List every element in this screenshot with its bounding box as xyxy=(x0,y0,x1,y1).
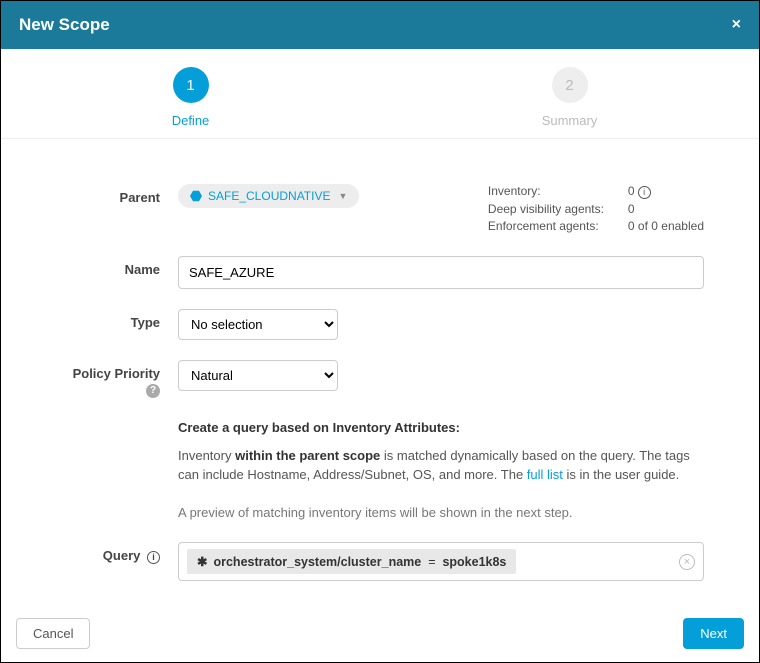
modal-header: New Scope × xyxy=(1,1,759,49)
stat-deep-label: Deep visibility agents: xyxy=(488,202,623,216)
parent-value: SAFE_CLOUDNATIVE xyxy=(208,189,330,203)
row-policy-priority: Policy Priority? Natural xyxy=(56,360,704,398)
help-icon[interactable]: ? xyxy=(146,384,160,398)
form-body: Parent SAFE_CLOUDNATIVE ▼ Inventory: 0i … xyxy=(1,139,759,621)
desc-end: is in the user guide. xyxy=(563,467,679,482)
clear-icon[interactable]: × xyxy=(679,554,695,570)
preview-note: A preview of matching inventory items wi… xyxy=(178,503,704,523)
row-name: Name xyxy=(56,256,704,289)
stat-enforcement-label: Enforcement agents: xyxy=(488,219,623,233)
query-value: spoke1k8s xyxy=(442,555,506,569)
stat-inventory-value: 0 xyxy=(628,184,635,198)
chevron-down-icon: ▼ xyxy=(338,191,347,201)
query-chip[interactable]: ✱ orchestrator_system/cluster_name = spo… xyxy=(187,549,516,574)
full-list-link[interactable]: full list xyxy=(527,467,563,482)
step-circle-2: 2 xyxy=(552,67,588,103)
parent-selector[interactable]: SAFE_CLOUDNATIVE ▼ xyxy=(178,184,359,208)
modal-footer: Cancel Next xyxy=(0,604,760,663)
query-field: orchestrator_system/cluster_name xyxy=(213,555,421,569)
row-type: Type No selection xyxy=(56,309,704,340)
stat-enforcement-value: 0 of 0 enabled xyxy=(628,219,704,233)
step-label-summary: Summary xyxy=(380,113,759,128)
type-select[interactable]: No selection xyxy=(178,309,338,340)
row-query: Query i ✱ orchestrator_system/cluster_na… xyxy=(56,542,704,581)
info-icon[interactable]: i xyxy=(147,551,160,564)
label-parent: Parent xyxy=(56,184,178,205)
stepper: 1 Define 2 Summary xyxy=(1,49,759,139)
desc-strong: within the parent scope xyxy=(235,448,380,463)
label-type: Type xyxy=(56,309,178,330)
step-circle-1: 1 xyxy=(173,67,209,103)
name-input[interactable] xyxy=(178,256,704,289)
modal-title: New Scope xyxy=(19,15,110,35)
cancel-button[interactable]: Cancel xyxy=(16,618,90,649)
row-parent: Parent SAFE_CLOUDNATIVE ▼ Inventory: 0i … xyxy=(56,184,704,236)
query-input[interactable]: ✱ orchestrator_system/cluster_name = spo… xyxy=(178,542,704,581)
next-button[interactable]: Next xyxy=(683,618,744,649)
query-heading: Create a query based on Inventory Attrib… xyxy=(178,420,460,435)
parent-stats: Inventory: 0i Deep visibility agents: 0 … xyxy=(488,184,704,236)
hexagon-icon xyxy=(190,190,202,202)
close-icon[interactable]: × xyxy=(732,16,741,34)
policy-priority-select[interactable]: Natural xyxy=(178,360,338,391)
label-query: Query i xyxy=(56,542,178,564)
info-icon[interactable]: i xyxy=(638,186,651,199)
step-define[interactable]: 1 Define xyxy=(1,67,380,128)
desc-pre: Inventory xyxy=(178,448,235,463)
stat-deep-value: 0 xyxy=(628,202,635,216)
asterisk-icon: ✱ xyxy=(197,554,207,569)
stat-inventory-label: Inventory: xyxy=(488,184,623,199)
label-name: Name xyxy=(56,256,178,277)
step-label-define: Define xyxy=(1,113,380,128)
step-summary: 2 Summary xyxy=(380,67,759,128)
query-op: = xyxy=(428,555,435,569)
label-policy-priority: Policy Priority? xyxy=(56,360,178,398)
row-query-desc: Create a query based on Inventory Attrib… xyxy=(56,418,704,522)
